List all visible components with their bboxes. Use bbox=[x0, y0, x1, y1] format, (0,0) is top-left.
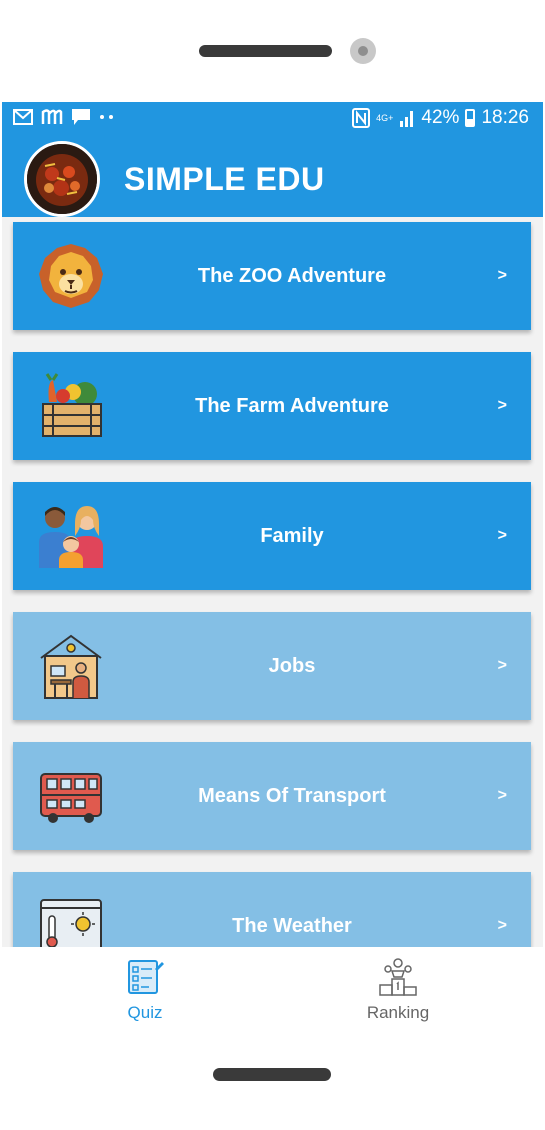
topic-label: The Farm Adventure bbox=[195, 395, 389, 417]
clock: 18:26 bbox=[481, 107, 529, 128]
bus-icon bbox=[40, 773, 102, 823]
food-photo-icon bbox=[27, 144, 97, 214]
chevron-right-icon: > bbox=[497, 527, 507, 544]
chevron-right-icon: > bbox=[497, 657, 507, 674]
house-worker-icon bbox=[40, 634, 102, 699]
nav-tab-ranking[interactable]: Ranking bbox=[338, 957, 458, 1023]
topic-card-jobs[interactable]: Jobs > bbox=[13, 612, 531, 720]
chevron-right-icon: > bbox=[497, 397, 507, 414]
nav-tab-quiz[interactable]: Quiz bbox=[85, 957, 205, 1023]
chevron-right-icon: > bbox=[497, 787, 507, 804]
battery-icon bbox=[465, 109, 476, 127]
signal-icon bbox=[400, 111, 414, 127]
app-screen: 4G+ 42% 18:26 SIMPLE EDU The ZOO Adventu… bbox=[2, 102, 543, 1027]
chat-icon bbox=[72, 109, 90, 125]
more-dots-icon bbox=[100, 115, 113, 119]
status-bar: 4G+ 42% 18:26 bbox=[2, 102, 543, 137]
podium-trophy-icon bbox=[379, 958, 417, 996]
network-type: 4G+ bbox=[376, 113, 394, 123]
quiz-checklist-icon bbox=[128, 960, 164, 994]
topic-label: Jobs bbox=[268, 655, 316, 677]
status-notifications bbox=[13, 108, 115, 126]
m-app-icon bbox=[41, 109, 63, 124]
nfc-icon bbox=[352, 108, 371, 128]
app-title: SIMPLE EDU bbox=[124, 161, 325, 197]
family-icon bbox=[39, 506, 103, 568]
nav-label-ranking: Ranking bbox=[366, 1003, 430, 1022]
topic-label: Means Of Transport bbox=[198, 785, 386, 807]
avatar[interactable] bbox=[24, 141, 100, 217]
home-indicator bbox=[213, 1068, 331, 1081]
app-bar: SIMPLE EDU bbox=[2, 137, 543, 217]
topic-card-farm[interactable]: The Farm Adventure > bbox=[13, 352, 531, 460]
status-system: 4G+ 42% 18:26 bbox=[352, 107, 529, 129]
topic-card-family[interactable]: Family > bbox=[13, 482, 531, 590]
front-camera bbox=[350, 38, 376, 64]
topic-card-zoo[interactable]: The ZOO Adventure > bbox=[13, 222, 531, 330]
bottom-navigation: Quiz Ranking bbox=[2, 947, 543, 1027]
topic-list[interactable]: The ZOO Adventure > The Farm Adventure >… bbox=[2, 217, 543, 980]
topic-card-transport[interactable]: Means Of Transport > bbox=[13, 742, 531, 850]
battery-percent: 42% bbox=[421, 107, 460, 128]
nav-label-quiz: Quiz bbox=[127, 1003, 163, 1022]
topic-label: Family bbox=[260, 525, 324, 547]
chevron-right-icon: > bbox=[497, 267, 507, 284]
vegetable-crate-icon bbox=[42, 373, 102, 437]
lion-icon bbox=[39, 244, 103, 308]
earpiece-speaker bbox=[199, 45, 332, 57]
phone-frame: 4G+ 42% 18:26 SIMPLE EDU The ZOO Adventu… bbox=[0, 0, 545, 1130]
mail-icon bbox=[13, 109, 33, 125]
topic-label: The ZOO Adventure bbox=[197, 265, 387, 287]
